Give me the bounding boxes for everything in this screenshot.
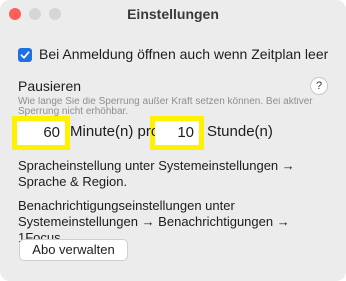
checkmark-icon <box>20 51 30 59</box>
pause-hint: Wie lange Sie die Sperrung außer Kraft s… <box>18 97 313 117</box>
window-title: Einstellungen <box>127 6 219 22</box>
pause-hours-input[interactable]: 10 <box>155 121 199 145</box>
hours-unit-label: Stunde(n) <box>207 123 273 140</box>
pause-minutes-input[interactable]: 60 <box>17 121 65 145</box>
settings-window: Einstellungen Bei Anmeldung öffnen auch … <box>0 0 346 281</box>
language-info-text: Spracheinstellung unter Systemeinstellun… <box>18 158 295 189</box>
open-on-login-label[interactable]: Bei Anmeldung öffnen auch wenn Zeitplan … <box>39 46 328 62</box>
help-button[interactable]: ? <box>310 77 328 95</box>
pause-section-title: Pausieren <box>18 78 82 94</box>
open-on-login-checkbox[interactable] <box>18 48 32 62</box>
title-bar: Einstellungen <box>0 0 346 28</box>
manage-subscription-button[interactable]: Abo verwalten <box>19 239 128 261</box>
minutes-unit-label: Minute(n) pro <box>70 123 160 140</box>
